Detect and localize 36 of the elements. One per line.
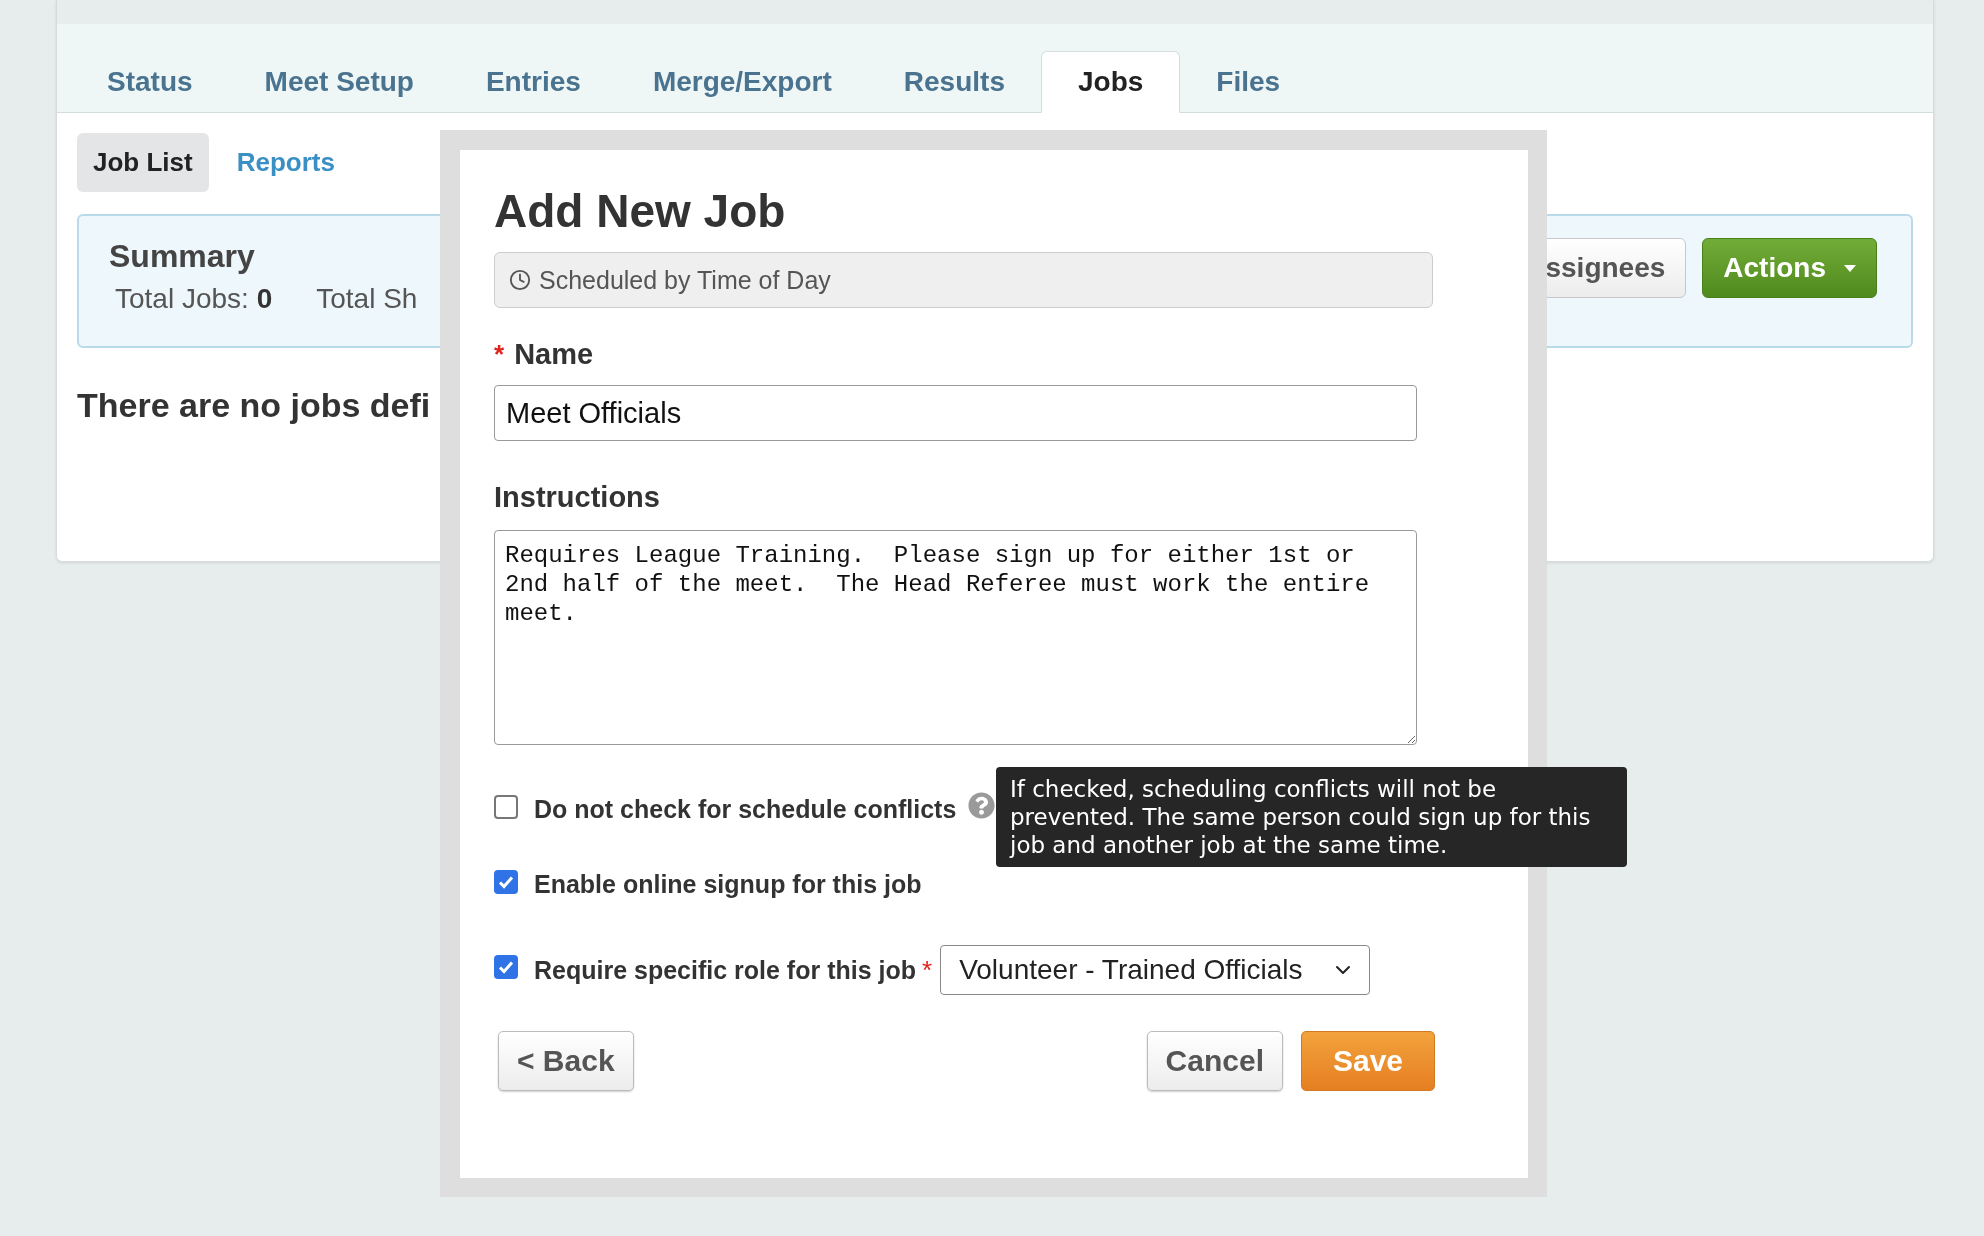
checkbox[interactable] bbox=[494, 955, 518, 979]
field-label: Instructions bbox=[494, 481, 660, 514]
nav-tab[interactable]: Files bbox=[1180, 52, 1317, 112]
checkbox[interactable] bbox=[494, 794, 518, 819]
tooltip: If checked, scheduling conflicts will not be prevented. The same person could sign up for this job and another job at the same time. bbox=[996, 767, 1627, 867]
caret-icon bbox=[1844, 264, 1856, 272]
schedule-type: Scheduled by Time of Day bbox=[539, 265, 831, 295]
help-icon[interactable] bbox=[968, 792, 996, 819]
summary-stat: Total Jobs: 0 bbox=[115, 283, 273, 315]
nav-tab[interactable]: Status bbox=[71, 52, 229, 112]
field-label: Name bbox=[514, 338, 594, 371]
checkbox-label: Do not check for schedule conflicts bbox=[534, 795, 957, 824]
summary-title: Summary bbox=[109, 238, 256, 275]
nav-tab[interactable]: Results bbox=[867, 52, 1041, 112]
instructions-field[interactable]: Requires League Training. Please sign up for either 1st or 2nd half of the meet. The Head Referee must work the entire meet. bbox=[494, 530, 1417, 745]
nav-tab[interactable]: Entries bbox=[449, 52, 617, 112]
summary-stat: Total Sh bbox=[316, 283, 418, 315]
checkbox-label: Require specific role for this job bbox=[534, 955, 917, 985]
empty-message: There are no jobs defi bbox=[77, 386, 431, 425]
nav-tab[interactable]: Meet Setup bbox=[228, 52, 450, 112]
save-button[interactable]: Save bbox=[1301, 1031, 1435, 1091]
checkbox-label: Enable online signup for this job bbox=[534, 870, 922, 899]
actions-button[interactable]: Actions bbox=[1702, 238, 1877, 298]
clock-icon bbox=[509, 269, 531, 291]
dialog-title: Add New Job bbox=[494, 184, 787, 238]
dialog-button[interactable]: Cancel bbox=[1146, 1031, 1283, 1091]
nav-tab[interactable]: Jobs bbox=[1040, 51, 1181, 113]
name-field[interactable]: Meet Officials bbox=[494, 385, 1417, 441]
checkbox[interactable] bbox=[494, 869, 518, 894]
required-mark: * bbox=[922, 954, 933, 986]
nav-tab[interactable]: Merge/Export bbox=[616, 52, 868, 112]
sub-tab[interactable]: Reports bbox=[220, 133, 351, 192]
required-mark: * bbox=[494, 339, 505, 370]
sub-tab[interactable]: Job List bbox=[77, 133, 209, 192]
role-select[interactable]: Volunteer - Trained Officials bbox=[940, 945, 1371, 995]
dialog-button[interactable]: < Back bbox=[498, 1031, 634, 1091]
